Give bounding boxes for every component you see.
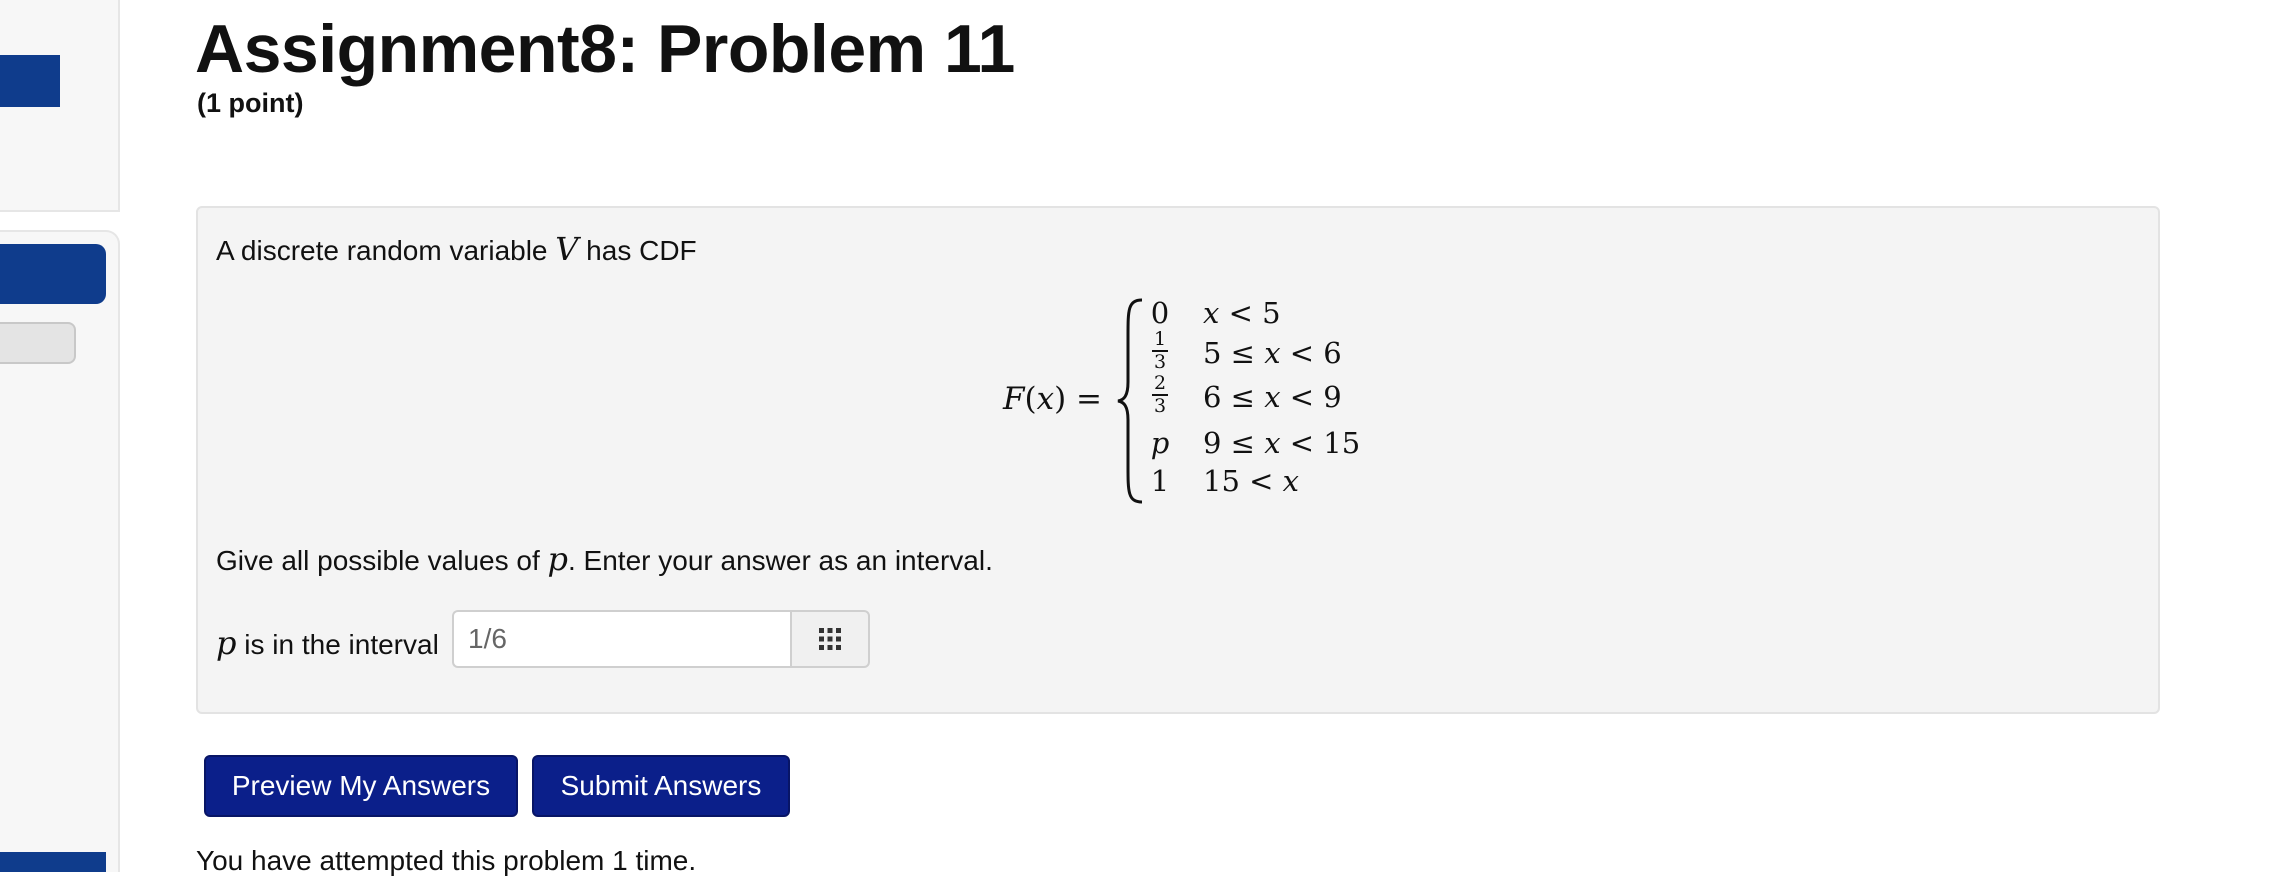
sidebar-item-active[interactable] <box>0 244 106 304</box>
cond-part: 5 ≤ <box>1203 336 1265 370</box>
case-value: 1 <box>1150 464 1170 498</box>
case-condition: 6 ≤ x < 9 <box>1203 380 1342 414</box>
cond-part: < 6 <box>1280 336 1342 370</box>
formula-lhs: F(x) = <box>1003 381 1102 417</box>
cond-part: 9 ≤ <box>1203 426 1265 460</box>
instruction-text: Give all possible values of <box>216 545 548 576</box>
variable-p: p <box>547 540 568 578</box>
answer-label: p is in the interval <box>216 624 439 662</box>
cond-part: 6 ≤ <box>1203 380 1265 414</box>
cdf-formula: F(x) = 0 x < 5 13 5 ≤ x < 6 23 6 ≤ x < 9… <box>1003 296 1563 506</box>
left-brace-icon <box>1117 298 1143 504</box>
case-condition: 5 ≤ x < 6 <box>1203 336 1342 370</box>
answer-label-text: is in the interval <box>236 629 439 660</box>
fraction-numerator: 2 <box>1153 372 1167 394</box>
submit-answers-button[interactable]: Submit Answers <box>532 755 790 817</box>
intro-text-end: has CDF <box>578 235 697 266</box>
fraction-denominator: 3 <box>1153 395 1167 417</box>
variable-v: V <box>555 230 579 268</box>
cond-var: x <box>1264 426 1281 460</box>
cond-part: < 5 <box>1219 296 1281 330</box>
cond-var: x <box>1282 464 1299 498</box>
cond-part: < 15 <box>1280 426 1361 460</box>
function-name: F <box>1003 381 1025 417</box>
equation-palette-button[interactable] <box>790 610 870 668</box>
preview-answers-button[interactable]: Preview My Answers <box>204 755 518 817</box>
case-value: 0 <box>1150 296 1170 330</box>
case-value-p: p <box>1150 426 1170 460</box>
attempts-message: You have attempted this problem 1 time. <box>196 845 697 876</box>
sidebar-button-bottom[interactable] <box>0 852 106 872</box>
cond-var: x <box>1203 296 1220 330</box>
intro-text: A discrete random variable <box>216 235 556 266</box>
equals: ) = <box>1054 381 1103 417</box>
answer-label-var: p <box>216 624 237 662</box>
case-value: p <box>1143 426 1177 460</box>
answer-input[interactable] <box>452 610 790 668</box>
page-title: Assignment8: Problem 11 <box>195 11 1015 87</box>
instruction-text-end: . Enter your answer as an interval. <box>568 545 993 576</box>
sidebar-item-secondary[interactable] <box>0 322 76 364</box>
fraction-denominator: 3 <box>1153 351 1167 373</box>
case-value-fraction: 13 <box>1143 330 1177 372</box>
problem-points: (1 point) <box>197 88 304 118</box>
problem-instruction: Give all possible values of p. Enter you… <box>216 540 993 578</box>
cond-var: x <box>1264 380 1281 414</box>
sidebar-button-top[interactable] <box>0 55 60 107</box>
problem-intro: A discrete random variable V has CDF <box>216 230 697 268</box>
case-condition: 15 < x <box>1203 464 1299 498</box>
fraction-numerator: 1 <box>1153 328 1167 350</box>
problem-body: A discrete random variable V has CDF F(x… <box>196 206 2160 714</box>
case-value-fraction: 23 <box>1143 374 1177 416</box>
cond-var: x <box>1264 336 1281 370</box>
function-arg: x <box>1036 381 1055 417</box>
paren-open: ( <box>1024 381 1037 417</box>
sidebar <box>0 0 120 872</box>
grid-icon <box>819 628 841 650</box>
case-condition: 9 ≤ x < 15 <box>1203 426 1360 460</box>
cond-part: < 9 <box>1280 380 1342 414</box>
cond-part: 15 < <box>1203 464 1283 498</box>
case-condition: x < 5 <box>1203 296 1281 330</box>
